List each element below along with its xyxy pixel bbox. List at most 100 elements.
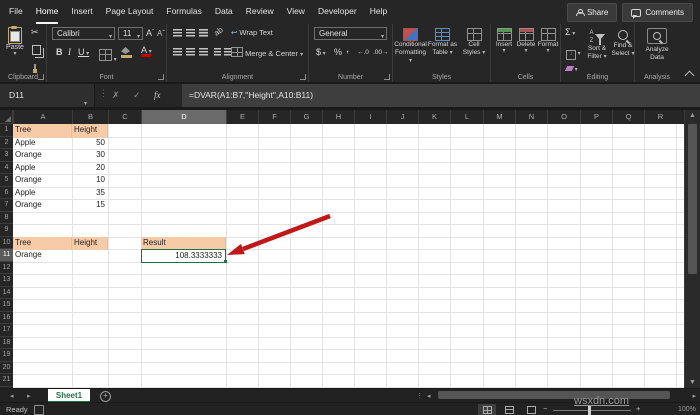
menu-tab-data[interactable]: Data	[215, 0, 233, 22]
font-dialog-launcher-icon[interactable]	[158, 74, 164, 80]
fill-color-button[interactable]	[121, 47, 132, 58]
page-break-view-button[interactable]	[522, 404, 540, 415]
cell-B7[interactable]: 15	[72, 199, 108, 213]
column-header-C[interactable]: C	[108, 110, 141, 124]
column-header-A[interactable]: A	[13, 110, 72, 124]
column-header-K[interactable]: K	[418, 110, 450, 124]
decrease-font-button[interactable]: Aˇ	[157, 28, 165, 40]
menu-tab-review[interactable]: Review	[246, 0, 274, 22]
percent-style-button[interactable]: %	[334, 46, 342, 58]
row-header-21[interactable]: 21	[0, 374, 13, 387]
format-as-table-button[interactable]: Format asTable ▾	[427, 28, 458, 57]
cell-B10[interactable]: Height	[72, 237, 108, 251]
autosum-button[interactable]: Σ ▾	[565, 26, 575, 38]
cell-A2[interactable]: Apple	[13, 137, 72, 151]
number-format-combo[interactable]: General▾	[314, 27, 387, 40]
cell-B2[interactable]: 50	[72, 137, 108, 151]
column-header-P[interactable]: P	[580, 110, 612, 124]
row-header-16[interactable]: 16	[0, 312, 13, 325]
column-header-B[interactable]: B	[72, 110, 108, 124]
column-header-D[interactable]: D	[141, 110, 226, 124]
font-size-combo[interactable]: 11▾	[118, 27, 143, 40]
sheet-tab-sheet1[interactable]: Sheet1	[48, 389, 90, 403]
copy-button[interactable]	[32, 42, 41, 60]
cell-A7[interactable]: Orange	[13, 199, 72, 213]
column-header-O[interactable]: O	[547, 110, 580, 124]
cell-D11[interactable]: 108.3333333	[141, 249, 226, 263]
sort-filter-button[interactable]: AZ Sort &Filter ▾	[583, 29, 611, 61]
column-header-G[interactable]: G	[290, 110, 322, 124]
menu-tab-developer[interactable]: Developer	[318, 0, 357, 22]
horizontal-scroll-thumb[interactable]	[438, 391, 670, 399]
row-header-9[interactable]: 9	[0, 224, 13, 237]
menu-tab-page-layout[interactable]: Page Layout	[106, 0, 154, 22]
sheet-nav-next-icon[interactable]: ▸	[27, 392, 31, 400]
new-sheet-button[interactable]: +	[100, 391, 111, 402]
italic-button[interactable]: I	[68, 46, 71, 58]
zoom-in-icon[interactable]: +	[636, 404, 640, 413]
font-color-button[interactable]: A ▾	[141, 45, 152, 57]
select-all-corner[interactable]	[0, 110, 13, 124]
number-dialog-launcher-icon[interactable]	[384, 74, 390, 80]
horizontal-scrollbar[interactable]: ◂ ▸	[424, 390, 700, 400]
zoom-slider-thumb[interactable]	[588, 406, 591, 415]
decrease-indent-icon[interactable]	[214, 48, 221, 56]
accounting-format-button[interactable]: $ ▾	[316, 46, 326, 58]
row-header-11[interactable]: 11	[0, 249, 13, 262]
cancel-button[interactable]: ✗	[112, 84, 120, 107]
cell-B1[interactable]: Height	[72, 124, 108, 138]
row-header-7[interactable]: 7	[0, 199, 13, 212]
column-header-M[interactable]: M	[483, 110, 515, 124]
scroll-down-icon[interactable]: ▼	[685, 379, 700, 386]
column-header-Q[interactable]: Q	[612, 110, 644, 124]
alignment-dialog-launcher-icon[interactable]	[300, 74, 306, 80]
align-bottom-icon[interactable]	[199, 29, 208, 37]
cell-D10[interactable]: Result	[141, 237, 226, 251]
sheet-nav-prev-icon[interactable]: ◂	[10, 392, 14, 400]
column-header-R[interactable]: R	[644, 110, 676, 124]
align-middle-icon[interactable]	[186, 29, 195, 37]
vertical-scroll-thumb[interactable]	[688, 124, 697, 274]
menu-tab-home[interactable]: Home	[36, 0, 59, 24]
align-top-icon[interactable]	[173, 29, 182, 37]
row-header-14[interactable]: 14	[0, 287, 13, 300]
bold-button[interactable]: B	[56, 46, 63, 58]
increase-decimal-button[interactable]: ←.0	[357, 47, 369, 59]
fill-handle[interactable]	[224, 260, 227, 263]
collapse-ribbon-icon[interactable]	[685, 71, 695, 81]
column-header-F[interactable]: F	[258, 110, 290, 124]
delete-cells-button[interactable]: Delete▾	[515, 28, 537, 54]
cell-B3[interactable]: 30	[72, 149, 108, 163]
column-header-H[interactable]: H	[322, 110, 354, 124]
cell-B6[interactable]: 35	[72, 187, 108, 201]
find-select-button[interactable]: Find &Select ▾	[611, 29, 635, 58]
tab-splitter-icon[interactable]: ⋮	[416, 392, 423, 400]
row-header-17[interactable]: 17	[0, 324, 13, 337]
cell-A1[interactable]: Tree	[13, 124, 72, 138]
row-header-12[interactable]: 12	[0, 262, 13, 275]
row-header-1[interactable]: 1	[0, 124, 13, 137]
row-header-4[interactable]: 4	[0, 162, 13, 175]
align-center-icon[interactable]	[186, 48, 195, 56]
clipboard-dialog-launcher-icon[interactable]	[38, 74, 44, 80]
align-left-icon[interactable]	[173, 48, 182, 56]
underline-button[interactable]: U ▾	[78, 46, 89, 58]
merge-center-button[interactable]: Merge & Center ▾	[231, 47, 303, 58]
scroll-right-icon[interactable]: ▸	[692, 392, 696, 400]
menu-tab-formulas[interactable]: Formulas	[166, 0, 201, 22]
row-header-13[interactable]: 13	[0, 274, 13, 287]
row-header-15[interactable]: 15	[0, 299, 13, 312]
align-right-icon[interactable]	[199, 48, 208, 56]
share-button[interactable]: Share	[567, 3, 617, 22]
row-header-20[interactable]: 20	[0, 362, 13, 375]
paste-button[interactable]: Paste ▾	[3, 27, 27, 57]
cell-A6[interactable]: Apple	[13, 187, 72, 201]
enter-button[interactable]: ✓	[133, 84, 141, 107]
cell-A3[interactable]: Orange	[13, 149, 72, 163]
name-box[interactable]: D11 ▾	[0, 84, 95, 107]
name-box-splitter[interactable]: ⋮	[99, 88, 108, 99]
column-header-E[interactable]: E	[226, 110, 258, 124]
format-cells-button[interactable]: Format▾	[537, 28, 559, 54]
decrease-decimal-button[interactable]: .00→	[373, 47, 389, 59]
scroll-up-icon[interactable]: ▲	[685, 112, 700, 119]
